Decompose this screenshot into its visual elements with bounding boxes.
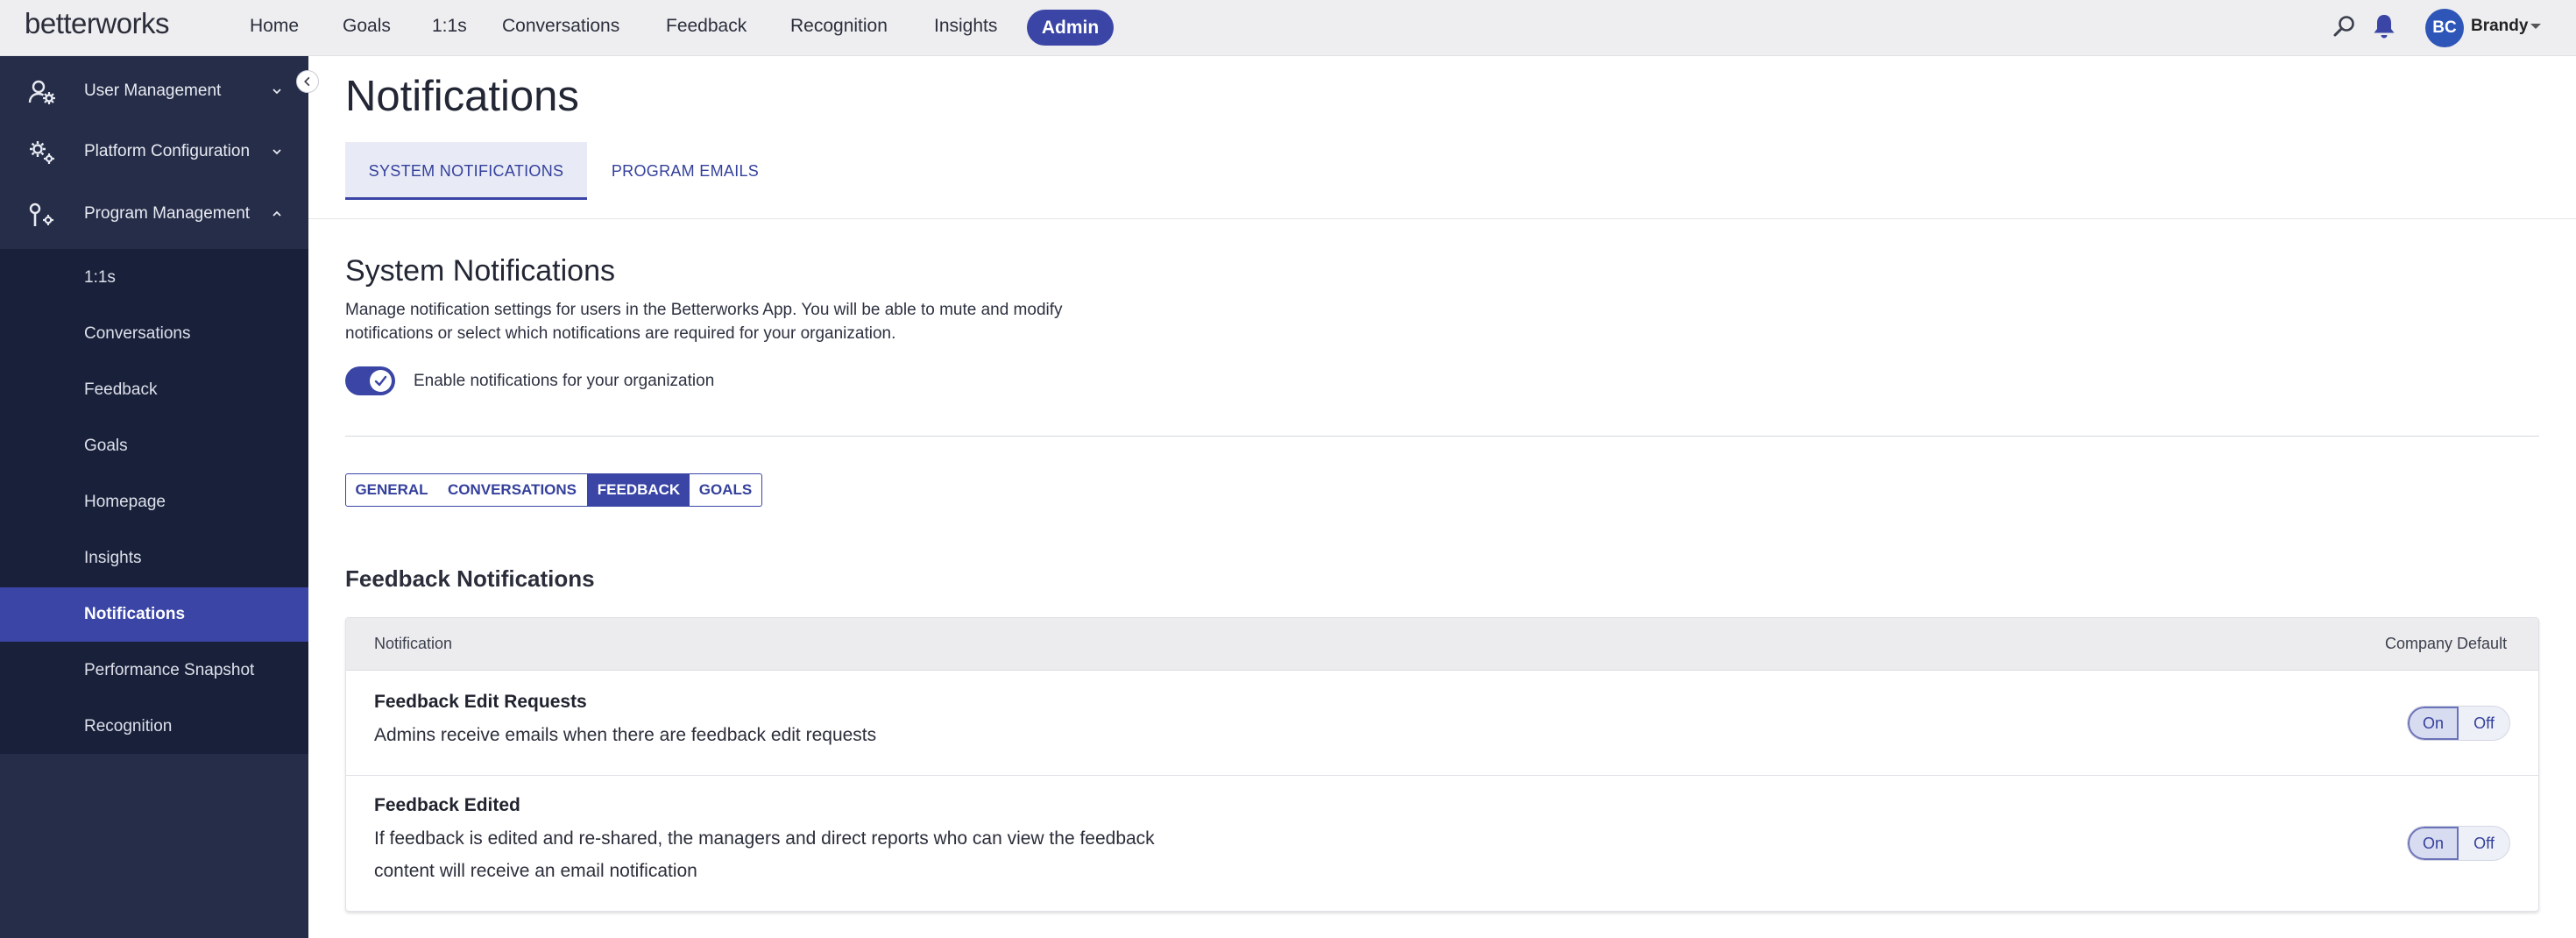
sidebar-item-label: Homepage [84, 493, 166, 511]
user-avatar[interactable]: BC [2425, 9, 2464, 47]
category-goals[interactable]: GOALS [690, 473, 762, 507]
bell-icon[interactable] [2371, 12, 2397, 40]
collapse-sidebar-button[interactable] [296, 70, 319, 93]
nav-recognition[interactable]: Recognition [790, 16, 888, 37]
notification-title: Feedback Edit Requests [374, 692, 587, 712]
tools-icon [29, 203, 53, 226]
sidebar-group-label: Program Management [84, 204, 251, 223]
nav-goals[interactable]: Goals [343, 16, 391, 37]
chevron-up-icon [272, 210, 281, 217]
category-feedback[interactable]: FEEDBACK [588, 473, 690, 507]
feedback-notifications-title: Feedback Notifications [345, 565, 595, 592]
sidebar-item-recognition[interactable]: Recognition [0, 700, 308, 754]
sidebar-group-program-management[interactable]: Program Management [0, 184, 308, 244]
nav-one-on-ones[interactable]: 1:1s [432, 16, 467, 37]
company-default-switch: On Off [2407, 826, 2510, 861]
table-row: Feedback Edit Requests Admins receive em… [346, 671, 2538, 776]
header-divider [308, 218, 2576, 219]
sidebar-group-platform-configuration[interactable]: Platform Configuration [0, 122, 308, 181]
sidebar-item-feedback[interactable]: Feedback [0, 363, 308, 417]
sidebar-item-label: Notifications [84, 605, 186, 623]
sidebar-item-notifications[interactable]: Notifications [0, 587, 308, 642]
sidebar-group-user-management[interactable]: User Management [0, 61, 308, 121]
off-option[interactable]: Off [2459, 707, 2509, 740]
nav-feedback[interactable]: Feedback [666, 16, 747, 37]
sidebar-item-goals[interactable]: Goals [0, 419, 308, 473]
company-default-switch: On Off [2407, 706, 2510, 741]
notification-description: Admins receive emails when there are fee… [374, 725, 877, 745]
enable-notifications-toggle[interactable] [345, 366, 395, 395]
notifications-table: Notification Company Default Feedback Ed… [345, 617, 2539, 912]
section-divider [345, 436, 2539, 437]
chevron-down-icon [272, 149, 281, 155]
toggle-label: Enable notifications for your organizati… [414, 372, 715, 390]
nav-home[interactable]: Home [250, 16, 299, 37]
notification-description: If feedback is edited and re-shared, the… [374, 828, 1155, 881]
sidebar-item-homepage[interactable]: Homepage [0, 475, 308, 529]
user-gear-icon [28, 80, 55, 104]
gears-icon [30, 141, 54, 164]
category-general[interactable]: GENERAL [345, 473, 438, 507]
chevron-down-icon [272, 89, 281, 95]
sidebar-item-label: 1:1s [84, 268, 116, 287]
page-title: Notifications [345, 73, 579, 120]
sidebar-item-label: Performance Snapshot [84, 661, 255, 679]
program-management-submenu: 1:1s Conversations Feedback Goals Homepa… [0, 249, 308, 754]
sidebar-item-conversations[interactable]: Conversations [0, 307, 308, 361]
sidebar-group-label: User Management [84, 82, 222, 100]
admin-sidebar: User Management Platform Configuration P… [0, 56, 308, 938]
sidebar-group-label: Platform Configuration [84, 142, 251, 160]
sidebar-item-label: Conversations [84, 324, 191, 343]
toggle-knob [370, 370, 392, 392]
user-name[interactable]: Brandy [2471, 17, 2528, 36]
column-header-company-default: Company Default [2385, 635, 2508, 652]
check-icon [374, 375, 387, 387]
tab-system-notifications[interactable]: SYSTEM NOTIFICATIONS [345, 142, 587, 200]
sidebar-item-one-on-ones[interactable]: 1:1s [0, 251, 308, 305]
nav-conversations[interactable]: Conversations [502, 16, 619, 37]
table-header: Notification Company Default [346, 618, 2538, 671]
notification-title: Feedback Edited [374, 795, 520, 815]
column-header-notification: Notification [374, 635, 453, 652]
nav-admin[interactable]: Admin [1027, 10, 1114, 46]
sidebar-item-insights[interactable]: Insights [0, 531, 308, 586]
category-conversations[interactable]: CONVERSATIONS [437, 473, 588, 507]
sidebar-item-label: Feedback [84, 380, 158, 399]
user-menu-caret-icon[interactable] [2530, 24, 2541, 29]
on-option[interactable]: On [2408, 827, 2459, 860]
table-row: Feedback Edited If feedback is edited an… [346, 776, 2538, 911]
sidebar-item-label: Recognition [84, 717, 173, 735]
sidebar-item-performance-snapshot[interactable]: Performance Snapshot [0, 643, 308, 698]
search-icon[interactable] [2332, 14, 2357, 39]
off-option[interactable]: Off [2459, 827, 2509, 860]
top-navigation-bar: betterworks Home Goals 1:1s Conversation… [0, 0, 2576, 56]
on-option[interactable]: On [2408, 707, 2459, 740]
nav-insights[interactable]: Insights [934, 16, 997, 37]
betterworks-logo[interactable]: betterworks [25, 7, 170, 40]
section-title: System Notifications [345, 254, 615, 288]
tab-program-emails[interactable]: PROGRAM EMAILS [596, 142, 775, 200]
sidebar-item-label: Goals [84, 437, 128, 455]
sidebar-item-label: Insights [84, 549, 142, 567]
section-description: Manage notification settings for users i… [345, 301, 1063, 343]
